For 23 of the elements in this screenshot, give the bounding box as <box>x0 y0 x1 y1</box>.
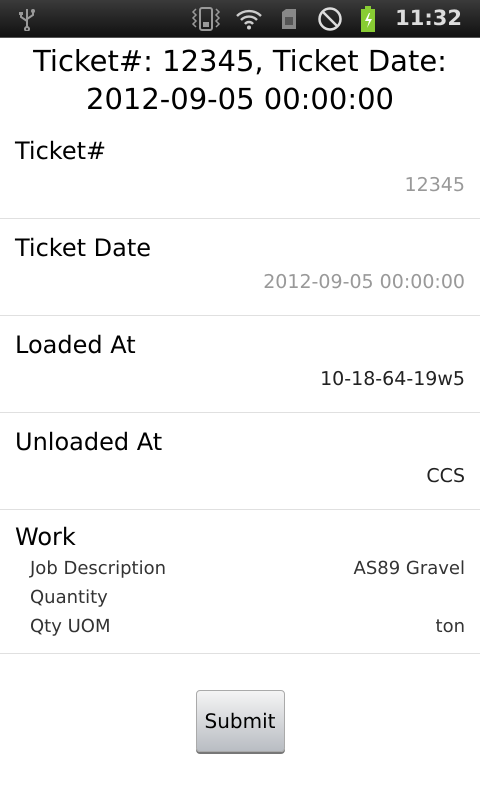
usb-icon <box>18 6 36 30</box>
blocked-icon <box>317 6 344 32</box>
field-value: 12345 <box>404 173 465 198</box>
field-label: Ticket Date <box>15 233 152 264</box>
row-label: Job Description <box>30 557 166 581</box>
clock-time: 11:32 <box>395 4 462 32</box>
row-value: AS89 Gravel <box>354 557 465 581</box>
field-label: Ticket# <box>15 136 108 167</box>
row-value: ton <box>436 615 465 639</box>
field-value: 2012-09-05 00:00:00 <box>262 270 465 295</box>
field-label: Unloaded At <box>15 427 164 458</box>
field-label: Loaded At <box>15 330 137 361</box>
field-value: CCS <box>425 464 465 489</box>
field-value: 10-18-64-19w5 <box>319 367 465 392</box>
section-label: Work <box>15 522 77 553</box>
row-label: Quantity <box>30 586 108 610</box>
vibrate-icon <box>191 6 222 32</box>
wifi-icon <box>235 8 264 30</box>
page-title: Ticket#: 12345, Ticket Date: 2012-09-05 00:00:00 <box>32 43 448 118</box>
sim-card-icon <box>281 8 298 30</box>
submit-button[interactable]: Submit <box>196 690 284 752</box>
battery-charging-icon <box>359 4 378 32</box>
row-label: Qty UOM <box>30 615 110 639</box>
